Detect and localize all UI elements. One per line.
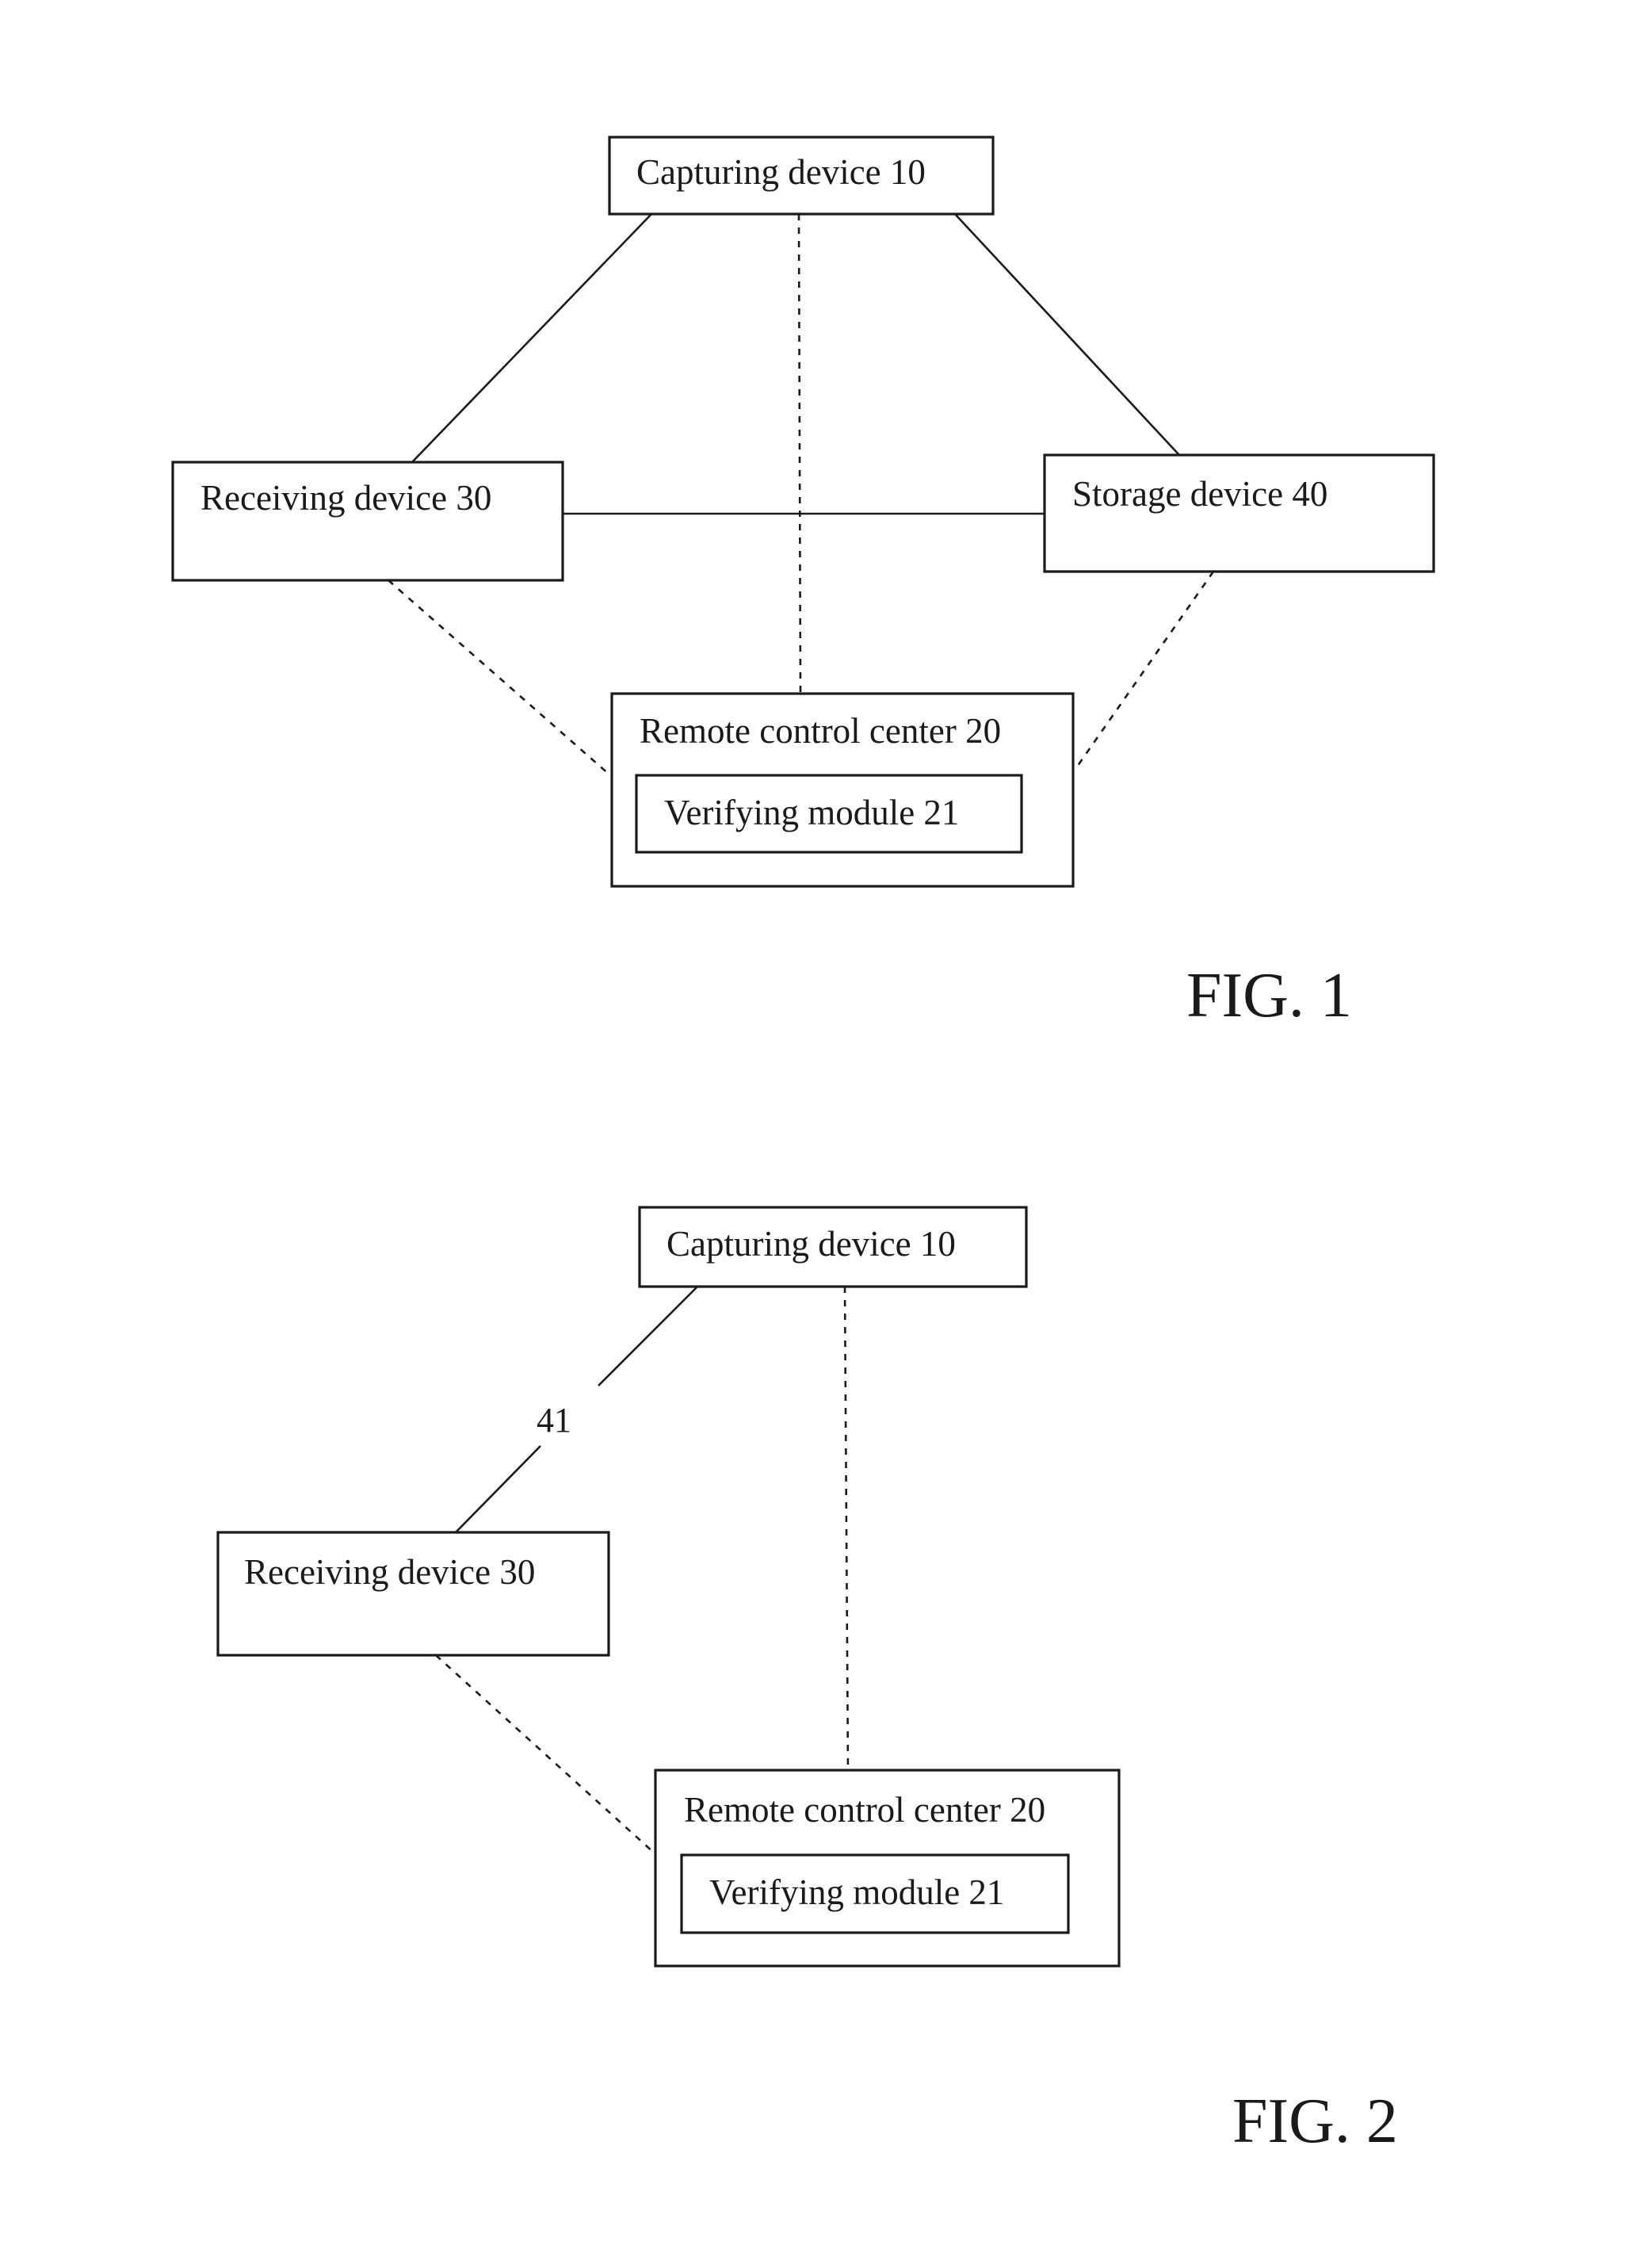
storage-device-label: Storage device 40 bbox=[1072, 474, 1327, 514]
link-reference-label: 41 bbox=[537, 1401, 571, 1440]
receiving-device-box: Receiving device 30 bbox=[171, 461, 564, 582]
figure-2-caption: FIG. 2 bbox=[1232, 2086, 1398, 2156]
capturing-device-label: Capturing device 10 bbox=[636, 152, 926, 192]
capturing-device-box: Capturing device 10 bbox=[608, 136, 995, 216]
figure-1-caption: FIG. 1 bbox=[1186, 961, 1352, 1031]
storage-device-box: Storage device 40 bbox=[1043, 453, 1435, 573]
dashed-link-capturing-remote bbox=[797, 213, 802, 694]
verifying-module-box: Verifying module 21 bbox=[680, 1853, 1070, 1934]
dashed-link-storage-remote bbox=[1074, 571, 1215, 770]
remote-control-center-label: Remote control center 20 bbox=[640, 711, 1001, 751]
figure-1: Capturing device 10 Receiving device 30 … bbox=[171, 136, 1435, 1031]
remote-control-center-label: Remote control center 20 bbox=[684, 1790, 1045, 1830]
link-capturing-receiving-lower bbox=[455, 1445, 541, 1533]
link-capturing-receiving bbox=[411, 213, 652, 463]
link-capturing-receiving-upper bbox=[598, 1286, 698, 1386]
dashed-link-receiving-remote bbox=[388, 579, 611, 776]
receiving-device-label: Receiving device 30 bbox=[244, 1552, 535, 1592]
link-capturing-storage bbox=[954, 213, 1180, 456]
dashed-link-capturing-remote bbox=[843, 1286, 850, 1771]
verifying-module-box: Verifying module 21 bbox=[635, 774, 1023, 854]
figure-2: 41 Capturing device 10 Receiving device … bbox=[216, 1206, 1398, 2156]
capturing-device-label: Capturing device 10 bbox=[667, 1224, 956, 1264]
receiving-device-box: Receiving device 30 bbox=[216, 1531, 610, 1657]
patent-drawing-sheet: Capturing device 10 Receiving device 30 … bbox=[171, 136, 1435, 2156]
verifying-module-label: Verifying module 21 bbox=[709, 1872, 1004, 1912]
receiving-device-label: Receiving device 30 bbox=[201, 478, 491, 518]
remote-control-center-box: Remote control center 20 Verifying modul… bbox=[654, 1769, 1121, 1968]
capturing-device-box: Capturing device 10 bbox=[638, 1206, 1028, 1288]
remote-control-center-box: Remote control center 20 Verifying modul… bbox=[610, 692, 1075, 888]
dashed-link-receiving-remote bbox=[435, 1654, 655, 1853]
verifying-module-label: Verifying module 21 bbox=[664, 793, 959, 832]
